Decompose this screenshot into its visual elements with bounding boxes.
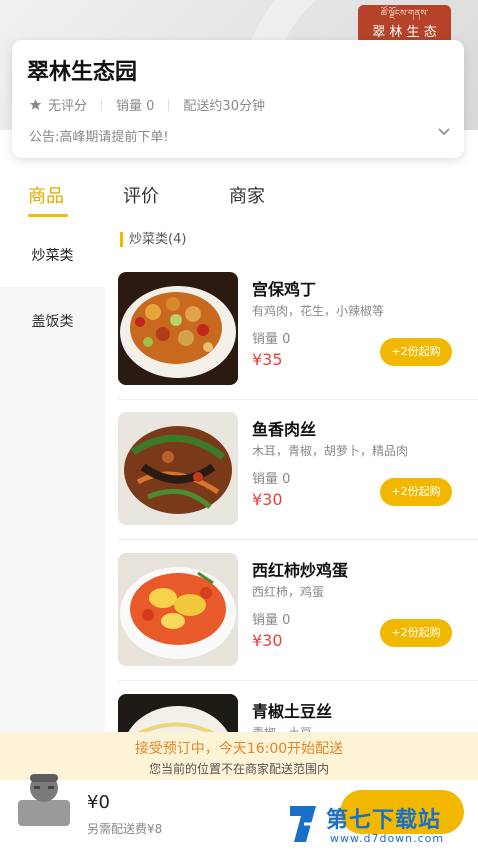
watermark-logo-icon [290, 806, 320, 842]
dish-image[interactable] [118, 694, 238, 732]
cart-icon[interactable] [16, 766, 72, 828]
dish-description: 西红柿，鸡蛋 [252, 585, 325, 599]
dish-price: ¥30 [252, 631, 283, 650]
watermark-title: 第七下载站 [326, 808, 442, 833]
dish-price: ¥30 [252, 490, 283, 509]
dish-name: 宫保鸡丁 [252, 280, 317, 299]
store-notice: 公告:高峰期请提前下单! [29, 130, 169, 145]
sidebar-item-rice-bowl[interactable]: 盖饭类 [0, 291, 105, 353]
sales-text: 销量 0 [116, 99, 155, 114]
category-title: 炒菜类(4) [120, 232, 186, 247]
min-order-button[interactable]: +2份起购 [380, 619, 452, 647]
dish-name: 青椒土豆丝 [252, 702, 333, 721]
store-info-card: 翠林生态园 无评分 销量 0 配送约30分钟 公告:高峰期请提前下单! [12, 40, 464, 158]
delivery-time: 配送约30分钟 [183, 99, 265, 114]
dish-sales: 销量 0 [252, 613, 291, 628]
meta-divider [168, 98, 170, 111]
store-meta: 无评分 销量 0 配送约30分钟 [29, 95, 265, 114]
dish-item[interactable]: 鱼香肉丝 木耳，青椒，胡萝卜，精品肉 销量 0 ¥30 +2份起购 [118, 412, 478, 544]
preorder-message: 接受预订中，今天16:00开始配送 [134, 741, 344, 757]
sidebar-item-stir-fry[interactable]: 炒菜类 [0, 225, 105, 287]
dish-name: 鱼香肉丝 [252, 420, 317, 439]
dish-price: ¥35 [252, 350, 283, 369]
min-order-button[interactable]: +2份起购 [380, 338, 452, 366]
dish-item[interactable]: 青椒土豆丝 青椒，土豆 [118, 694, 478, 732]
tab-merchant[interactable]: 商家 [229, 182, 265, 208]
dish-description: 青椒，土豆 [252, 724, 312, 732]
star-icon [29, 99, 42, 110]
logo-tibetan-text: ཚོ་ལྗོངས་གནས་ [380, 9, 429, 19]
chevron-down-icon[interactable] [438, 128, 450, 136]
delivery-fee: 另需配送费¥8 [87, 822, 163, 836]
dish-sales: 销量 0 [252, 332, 291, 347]
dish-sales: 销量 0 [252, 472, 291, 487]
watermark-url: www.d7down.com [330, 832, 445, 845]
logo-chinese-text: 翠 林 生 态 [372, 25, 437, 40]
rating-text: 无评分 [48, 99, 88, 114]
list-divider [118, 539, 478, 540]
dish-item[interactable]: 宫保鸡丁 有鸡肉，花生，小辣椒等 销量 0 ¥35 +2份起购 [118, 272, 478, 404]
category-sidebar: 炒菜类 盖饭类 [0, 225, 105, 750]
tab-goods[interactable]: 商品 [28, 182, 64, 208]
watermark: 第七下载站 www.d7down.com [282, 800, 478, 850]
dish-description: 木耳，青椒，胡萝卜，精品肉 [252, 444, 409, 458]
dish-image[interactable] [118, 553, 238, 666]
list-divider [118, 399, 478, 400]
min-order-button[interactable]: +2份起购 [380, 478, 452, 506]
store-name: 翠林生态园 [27, 60, 138, 85]
cart-total: ¥0 [87, 792, 110, 813]
tab-reviews[interactable]: 评价 [123, 182, 159, 208]
tab-bar: 商品 评价 商家 [0, 182, 478, 218]
dish-image[interactable] [118, 272, 238, 385]
tab-indicator [28, 214, 68, 217]
meta-divider [101, 98, 103, 111]
dish-name: 西红柿炒鸡蛋 [252, 561, 349, 580]
list-divider [118, 680, 478, 681]
dish-description: 有鸡肉，花生，小辣椒等 [252, 304, 385, 318]
dish-item[interactable]: 西红柿炒鸡蛋 西红柿，鸡蛋 销量 0 ¥30 +2份起购 [118, 553, 478, 685]
dish-image[interactable] [118, 412, 238, 525]
